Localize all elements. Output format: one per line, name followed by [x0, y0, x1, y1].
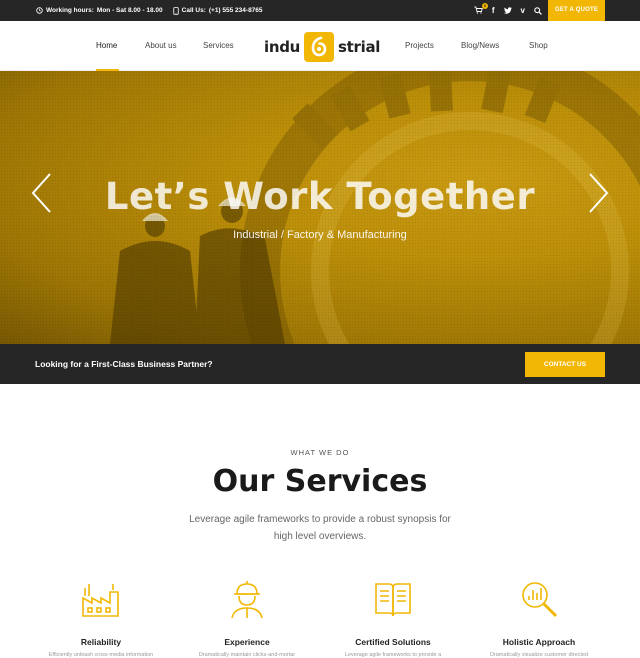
- vimeo-icon[interactable]: v: [521, 6, 525, 15]
- service-description: Dramatically maintain clicks-and-mortar: [198, 652, 296, 658]
- section-description: Leverage agile frameworks to provide a r…: [189, 514, 451, 542]
- service-name: Certified Solutions: [355, 637, 431, 647]
- nav-item-shop[interactable]: Shop: [529, 21, 548, 71]
- cta-bar: Looking for a First-Class Business Partn…: [0, 344, 640, 384]
- service-item-reliability[interactable]: Reliability Efficiently unleash cross-me…: [31, 578, 171, 658]
- get-a-quote-button[interactable]: GET A QUOTE: [548, 0, 605, 21]
- contact-info: Working hours: Mon - Sat 8.00 - 18.00 Ca…: [36, 0, 263, 21]
- service-name: Experience: [224, 637, 270, 647]
- logo-text-left: indu: [264, 37, 301, 56]
- nav-item-projects[interactable]: Projects: [405, 21, 434, 71]
- main-nav: Home About us Services indu strial Proje…: [0, 21, 640, 71]
- cta-text: Looking for a First-Class Business Partn…: [35, 359, 213, 369]
- section-eyebrow: WHAT WE DO: [290, 448, 350, 457]
- service-item-certified-solutions[interactable]: Certified Solutions Leverage agile frame…: [323, 578, 463, 658]
- book-icon: [375, 583, 411, 617]
- hours-label: Working hours:: [46, 7, 94, 14]
- hero-title: Let’s Work Together: [104, 175, 536, 218]
- hero-slider: Let’s Work Together Industrial / Factory…: [0, 71, 640, 344]
- service-item-holistic-approach[interactable]: Holistic Approach Dramatically visualize…: [469, 578, 609, 658]
- twitter-icon[interactable]: [503, 7, 512, 14]
- clock-icon: [36, 7, 43, 14]
- working-hours: Working hours: Mon - Sat 8.00 - 18.00: [36, 7, 163, 14]
- nav-item-blog-news[interactable]: Blog/News: [461, 21, 499, 71]
- logo-text-right: strial: [338, 37, 381, 56]
- service-item-experience[interactable]: Experience Dramatically maintain clicks-…: [177, 578, 317, 658]
- top-bar: Working hours: Mon - Sat 8.00 - 18.00 Ca…: [0, 0, 640, 21]
- call-value: (+1) 555 234-8765: [208, 7, 263, 14]
- factory-icon: [82, 584, 119, 617]
- section-title: Our Services: [212, 464, 428, 499]
- nav-item-home[interactable]: Home: [96, 21, 117, 71]
- analysis-icon: [522, 582, 558, 618]
- cart-count-badge: 0: [481, 2, 488, 9]
- nav-item-services[interactable]: Services: [203, 21, 234, 71]
- hero-subtitle: Industrial / Factory & Manufacturing: [233, 229, 407, 241]
- topbar-icons: 0 f v: [474, 0, 542, 21]
- service-description: Efficiently unleash cross-media informat…: [48, 652, 154, 658]
- call-label: Call Us:: [181, 7, 206, 14]
- service-description: Leverage agile frameworks to provide a: [344, 652, 442, 658]
- engineer-icon: [231, 581, 263, 619]
- facebook-icon[interactable]: f: [492, 6, 495, 15]
- search-icon[interactable]: [534, 6, 542, 15]
- cart-button[interactable]: 0: [474, 2, 488, 16]
- call-us: Call Us: (+1) 555 234-8765: [172, 6, 263, 15]
- service-name: Holistic Approach: [502, 637, 576, 647]
- service-name: Reliability: [80, 637, 122, 647]
- contact-us-button[interactable]: CONTACT US: [525, 352, 605, 377]
- phone-icon: [172, 6, 179, 15]
- site-logo[interactable]: indu strial: [264, 31, 380, 62]
- service-description: Dramatically visualize customer directed: [489, 652, 589, 658]
- nav-item-about-us[interactable]: About us: [145, 21, 177, 71]
- logo-mark-icon: [304, 31, 335, 62]
- hours-value: Mon - Sat 8.00 - 18.00: [96, 7, 163, 14]
